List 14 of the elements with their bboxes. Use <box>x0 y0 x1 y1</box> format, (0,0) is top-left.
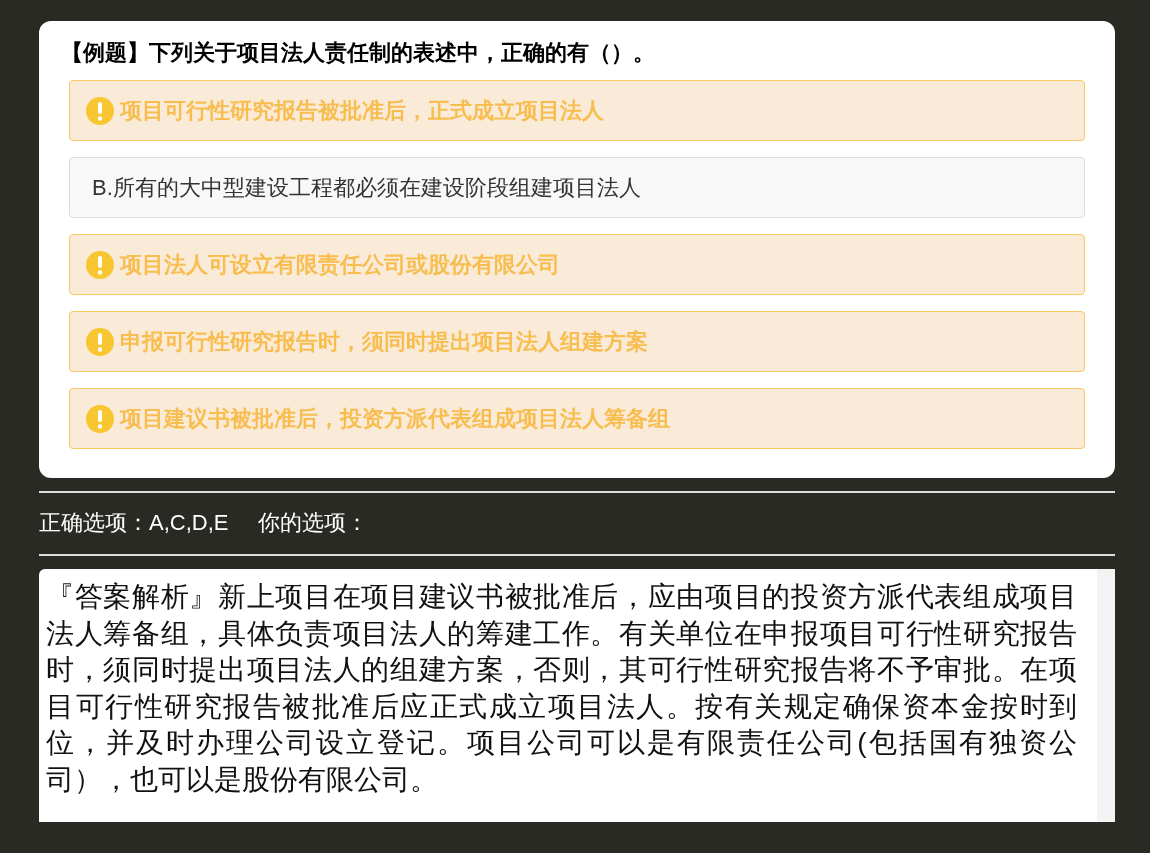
scrollbar[interactable] <box>1097 569 1115 822</box>
exclamation-icon <box>86 96 114 125</box>
correct-answer-text: 正确选项：A,C,D,E <box>39 510 229 535</box>
your-answer-text: 你的选项： <box>258 510 369 535</box>
exclamation-icon <box>86 250 114 279</box>
answer-option[interactable]: 项目可行性研究报告被批准后，正式成立项目法人 <box>69 80 1085 141</box>
answer-option[interactable]: 项目建议书被批准后，投资方派代表组成项目法人筹备组 <box>69 388 1085 449</box>
question-title: 【例题】下列关于项目法人责任制的表述中，正确的有（）。 <box>61 39 656 67</box>
answer-option[interactable]: 项目法人可设立有限责任公司或股份有限公司 <box>69 234 1085 295</box>
exclamation-icon <box>86 327 114 356</box>
exclamation-icon <box>86 404 114 433</box>
answer-option[interactable]: 申报可行性研究报告时，须同时提出项目法人组建方案 <box>69 311 1085 372</box>
explanation-text: 『答案解析』新上项目在项目建议书被批准后，应由项目的投资方派代表组成项目法人筹备组，具体负责项目法人的筹建工作。有关单位在申报项目可行性研究报告时，须同时提出项目法人的组建方案，否则，其可行性研究报告将不予审批。在项目可行性研究报告被批准后应正式成立项目法人。按有关规定确保资本金按时到位，并及时办理公司设立登记。项目公司可以是有限责任公司(包括国有独资公司），也可以是股份有限公司。 <box>45 580 1078 797</box>
answer-option[interactable]: B.所有的大中型建设工程都必须在建设阶段组建项目法人 <box>69 157 1085 218</box>
